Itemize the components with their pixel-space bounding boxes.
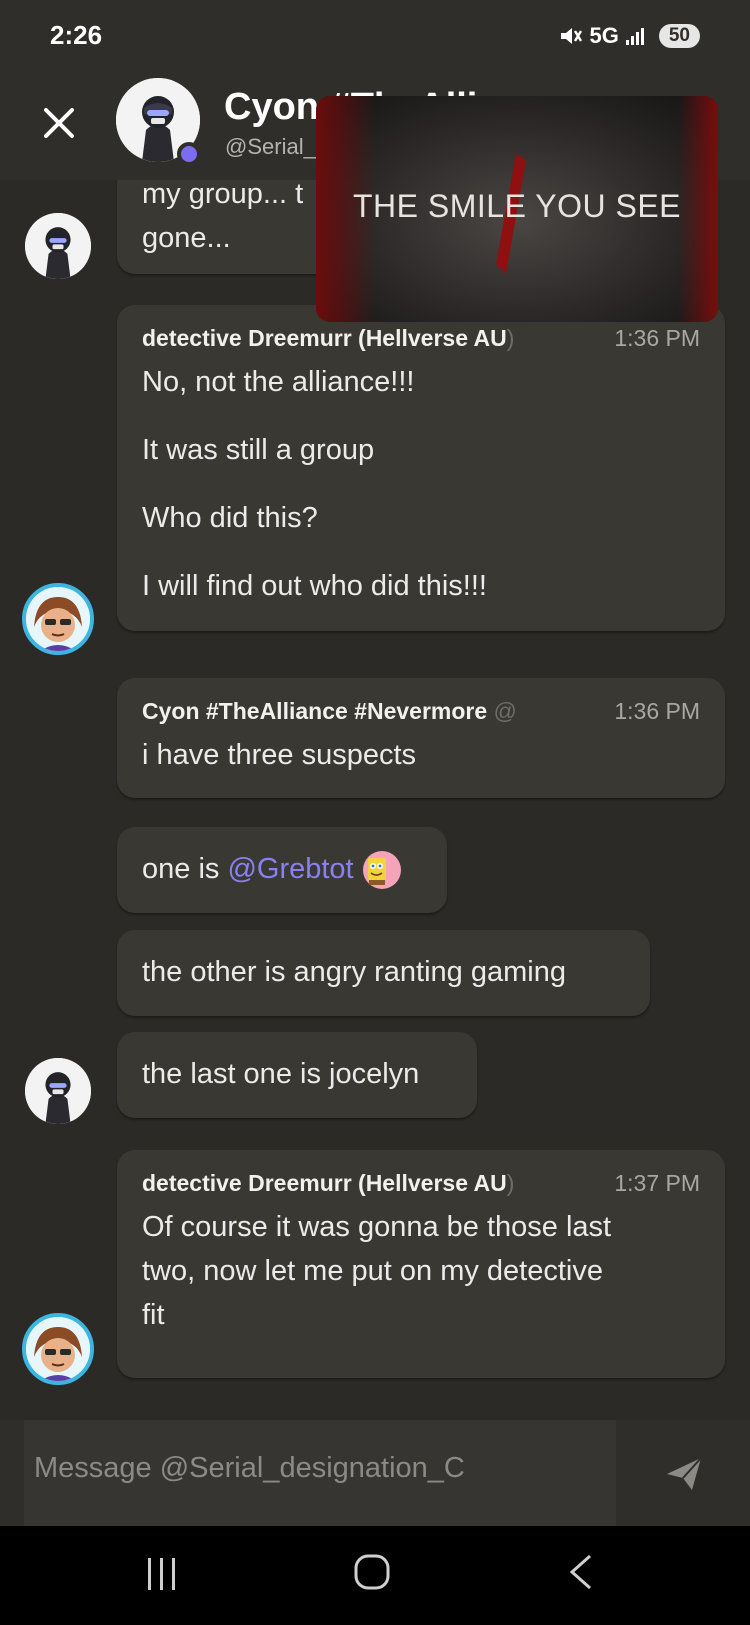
- message-header: Cyon #TheAlliance #Nevermore @ 1:36 PM: [142, 698, 700, 725]
- message-header: detective Dreemurr (Hellverse AU) 1:37 P…: [142, 1170, 700, 1197]
- spongebob-emoji-icon: [362, 851, 401, 890]
- contact-username: @Serial_: [225, 134, 316, 159]
- system-navigation-bar: [0, 1526, 750, 1625]
- nav-home-icon[interactable]: [352, 1552, 392, 1592]
- message-text: two, now let me put on my detective: [142, 1255, 603, 1287]
- online-status-dot: [177, 142, 201, 166]
- message-text: i have three suspects: [142, 739, 417, 771]
- status-time: 2:26: [50, 20, 103, 50]
- message-timestamp: 1:37 PM: [614, 1170, 700, 1196]
- message-text: the other is angry ranting gaming: [142, 956, 566, 988]
- user-mention[interactable]: @Grebtot: [227, 853, 353, 885]
- author-name[interactable]: Cyon #TheAlliance #Nevermore @: [142, 698, 517, 725]
- message-text: Who did this?: [142, 502, 318, 534]
- close-icon[interactable]: [38, 102, 80, 144]
- message-composer: Message @Serial_designation_C: [0, 1420, 750, 1526]
- avatar-figure-icon: [25, 1058, 91, 1124]
- message-text: It was still a group: [142, 434, 375, 466]
- avatar[interactable]: [25, 1058, 91, 1124]
- message-bubble[interactable]: detective Dreemurr (Hellverse AU) 1:37 P…: [117, 1150, 725, 1378]
- author-name[interactable]: detective Dreemurr (Hellverse AU): [142, 1170, 514, 1197]
- avatar-figure-icon: [25, 213, 91, 279]
- avatar-character-icon: [26, 587, 90, 651]
- message-bubble[interactable]: one is @Grebtot: [117, 827, 447, 913]
- message-timestamp: 1:36 PM: [614, 698, 700, 724]
- send-icon[interactable]: [664, 1454, 704, 1494]
- message-text: Of course it was gonna be those last: [142, 1211, 612, 1243]
- message-list[interactable]: my group... t gone... detective Dreemurr…: [0, 180, 750, 1420]
- battery-indicator: 50: [658, 24, 700, 48]
- message-header: detective Dreemurr (Hellverse AU) 1:36 P…: [142, 325, 700, 352]
- message-input[interactable]: Message @Serial_designation_C: [24, 1420, 616, 1526]
- nav-back-icon[interactable]: [566, 1552, 596, 1592]
- avatar[interactable]: [22, 1313, 94, 1385]
- avatar-character-icon: [26, 1317, 90, 1381]
- message-timestamp: 1:36 PM: [614, 325, 700, 351]
- message-text: one is @Grebtot: [142, 847, 422, 891]
- message-bubble[interactable]: Cyon #TheAlliance #Nevermore @ 1:36 PM i…: [117, 678, 725, 798]
- video-caption: THE SMILE YOU SEE: [353, 188, 681, 224]
- mute-icon: [560, 28, 582, 44]
- author-name[interactable]: detective Dreemurr (Hellverse AU): [142, 325, 514, 352]
- network-type: 5G: [589, 23, 619, 48]
- avatar[interactable]: [25, 213, 91, 279]
- message-text: fit: [142, 1299, 165, 1331]
- message-text: the last one is jocelyn: [142, 1058, 420, 1090]
- message-text: No, not the alliance!!!: [142, 366, 415, 398]
- status-bar: 2:26 5G 50: [0, 0, 750, 72]
- nav-recent-icon[interactable]: [144, 1554, 180, 1594]
- message-bubble[interactable]: the last one is jocelyn: [117, 1032, 477, 1118]
- message-bubble[interactable]: the other is angry ranting gaming: [117, 930, 650, 1016]
- message-bubble[interactable]: detective Dreemurr (Hellverse AU) 1:36 P…: [117, 305, 725, 631]
- picture-in-picture-video[interactable]: THE SMILE YOU SEE: [316, 96, 718, 322]
- status-indicators: 5G 50: [558, 22, 700, 50]
- avatar[interactable]: [22, 583, 94, 655]
- message-text: I will find out who did this!!!: [142, 570, 487, 602]
- signal-icon: [625, 28, 644, 45]
